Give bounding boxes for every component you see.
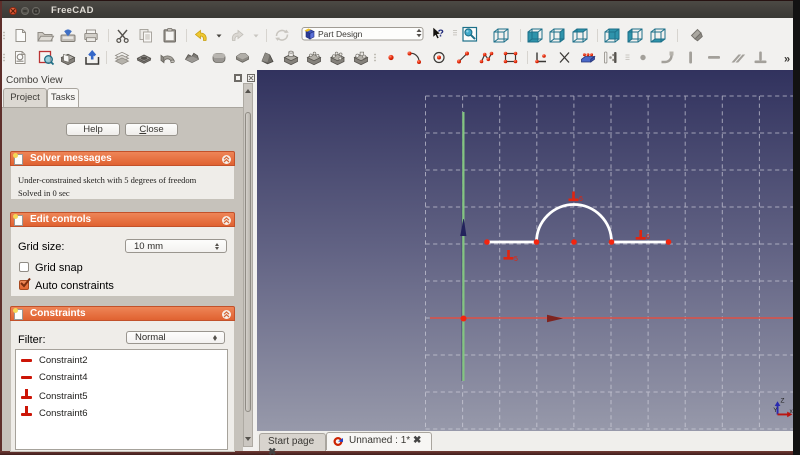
svg-text:6: 6	[579, 196, 583, 203]
svg-text:Z: Z	[781, 398, 785, 405]
svg-text:Part Design: Part Design	[318, 29, 363, 39]
svg-text:Y: Y	[773, 407, 778, 414]
svg-text:6: 6	[646, 234, 650, 241]
svg-text:x: x	[790, 408, 794, 415]
svg-text:»: »	[784, 54, 790, 66]
svg-text:5: 5	[514, 256, 518, 263]
